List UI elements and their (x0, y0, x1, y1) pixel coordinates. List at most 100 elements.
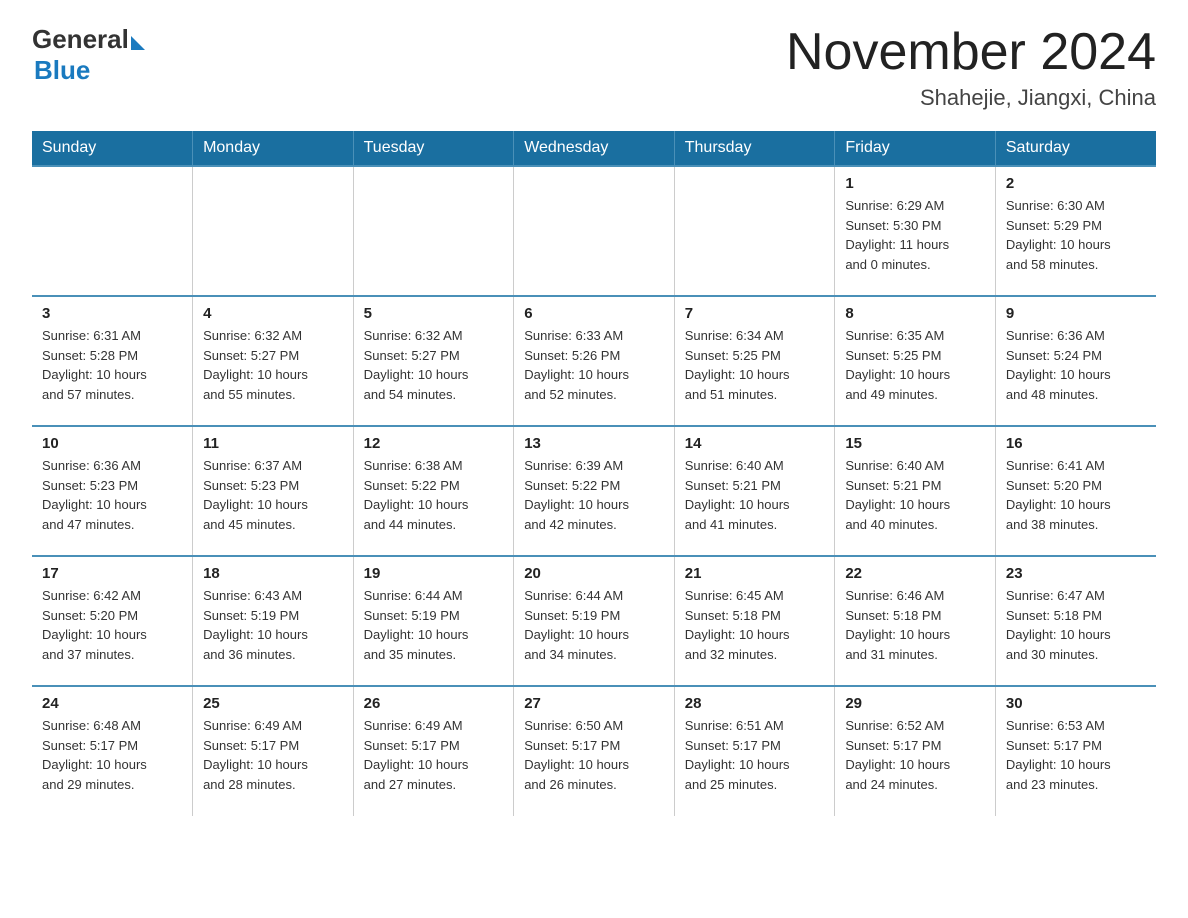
day-number: 7 (685, 305, 825, 322)
weekday-header-sunday: Sunday (32, 131, 193, 166)
day-number: 27 (524, 695, 664, 712)
calendar-cell: 15 Sunrise: 6:40 AMSunset: 5:21 PMDayligh… (835, 426, 996, 556)
calendar-cell: 20 Sunrise: 6:44 AMSunset: 5:19 PMDayligh… (514, 556, 675, 686)
calendar-cell: 7 Sunrise: 6:34 AMSunset: 5:25 PMDaylight… (674, 296, 835, 426)
day-number: 4 (203, 305, 343, 322)
calendar-cell: 3 Sunrise: 6:31 AMSunset: 5:28 PMDaylight… (32, 296, 193, 426)
location-title: Shahejie, Jiangxi, China (786, 85, 1156, 111)
day-number: 9 (1006, 305, 1146, 322)
day-info: Sunrise: 6:32 AMSunset: 5:27 PMDaylight:… (364, 326, 504, 404)
day-info: Sunrise: 6:43 AMSunset: 5:19 PMDaylight:… (203, 586, 343, 664)
logo-general-text: General (32, 24, 129, 55)
calendar-cell: 23 Sunrise: 6:47 AMSunset: 5:18 PMDayligh… (995, 556, 1156, 686)
day-info: Sunrise: 6:45 AMSunset: 5:18 PMDaylight:… (685, 586, 825, 664)
calendar-week-2: 10 Sunrise: 6:36 AMSunset: 5:23 PMDayligh… (32, 426, 1156, 556)
calendar-cell (32, 166, 193, 296)
day-info: Sunrise: 6:32 AMSunset: 5:27 PMDaylight:… (203, 326, 343, 404)
month-title: November 2024 (786, 24, 1156, 81)
calendar-cell (353, 166, 514, 296)
weekday-header-tuesday: Tuesday (353, 131, 514, 166)
day-number: 21 (685, 565, 825, 582)
calendar-cell: 1 Sunrise: 6:29 AMSunset: 5:30 PMDaylight… (835, 166, 996, 296)
day-number: 17 (42, 565, 182, 582)
calendar-cell: 16 Sunrise: 6:41 AMSunset: 5:20 PMDayligh… (995, 426, 1156, 556)
day-info: Sunrise: 6:49 AMSunset: 5:17 PMDaylight:… (364, 716, 504, 794)
day-number: 18 (203, 565, 343, 582)
calendar-cell: 17 Sunrise: 6:42 AMSunset: 5:20 PMDayligh… (32, 556, 193, 686)
day-number: 13 (524, 435, 664, 452)
logo: General Blue (32, 24, 145, 86)
calendar-cell: 28 Sunrise: 6:51 AMSunset: 5:17 PMDayligh… (674, 686, 835, 816)
calendar-week-1: 3 Sunrise: 6:31 AMSunset: 5:28 PMDaylight… (32, 296, 1156, 426)
day-number: 3 (42, 305, 182, 322)
day-number: 12 (364, 435, 504, 452)
calendar-cell (674, 166, 835, 296)
day-number: 15 (845, 435, 985, 452)
day-number: 2 (1006, 175, 1146, 192)
calendar-cell: 24 Sunrise: 6:48 AMSunset: 5:17 PMDayligh… (32, 686, 193, 816)
day-number: 10 (42, 435, 182, 452)
day-info: Sunrise: 6:30 AMSunset: 5:29 PMDaylight:… (1006, 196, 1146, 274)
calendar-cell: 9 Sunrise: 6:36 AMSunset: 5:24 PMDaylight… (995, 296, 1156, 426)
day-info: Sunrise: 6:29 AMSunset: 5:30 PMDaylight:… (845, 196, 985, 274)
day-number: 28 (685, 695, 825, 712)
weekday-header-monday: Monday (193, 131, 354, 166)
calendar-cell: 22 Sunrise: 6:46 AMSunset: 5:18 PMDayligh… (835, 556, 996, 686)
day-info: Sunrise: 6:38 AMSunset: 5:22 PMDaylight:… (364, 456, 504, 534)
day-info: Sunrise: 6:36 AMSunset: 5:23 PMDaylight:… (42, 456, 182, 534)
calendar-cell: 14Sunrise: 6:40 AMSunset: 5:21 PMDayligh… (674, 426, 835, 556)
calendar-cell: 8Sunrise: 6:35 AMSunset: 5:25 PMDaylight… (835, 296, 996, 426)
weekday-header-thursday: Thursday (674, 131, 835, 166)
logo-triangle-icon (131, 36, 145, 50)
calendar-cell: 26Sunrise: 6:49 AMSunset: 5:17 PMDayligh… (353, 686, 514, 816)
day-info: Sunrise: 6:46 AMSunset: 5:18 PMDaylight:… (845, 586, 985, 664)
calendar-cell: 6Sunrise: 6:33 AMSunset: 5:26 PMDaylight… (514, 296, 675, 426)
page-header: General Blue November 2024 Shahejie, Jia… (32, 24, 1156, 111)
day-number: 30 (1006, 695, 1146, 712)
day-info: Sunrise: 6:36 AMSunset: 5:24 PMDaylight:… (1006, 326, 1146, 404)
day-number: 16 (1006, 435, 1146, 452)
calendar-cell: 5 Sunrise: 6:32 AMSunset: 5:27 PMDaylight… (353, 296, 514, 426)
calendar-cell: 11 Sunrise: 6:37 AMSunset: 5:23 PMDayligh… (193, 426, 354, 556)
calendar-cell: 2 Sunrise: 6:30 AMSunset: 5:29 PMDaylight… (995, 166, 1156, 296)
day-number: 5 (364, 305, 504, 322)
day-number: 19 (364, 565, 504, 582)
day-number: 20 (524, 565, 664, 582)
day-number: 24 (42, 695, 182, 712)
day-number: 1 (845, 175, 985, 192)
day-number: 22 (845, 565, 985, 582)
day-info: Sunrise: 6:34 AMSunset: 5:25 PMDaylight:… (685, 326, 825, 404)
day-info: Sunrise: 6:47 AMSunset: 5:18 PMDaylight:… (1006, 586, 1146, 664)
calendar-cell (193, 166, 354, 296)
day-info: Sunrise: 6:49 AMSunset: 5:17 PMDaylight:… (203, 716, 343, 794)
calendar-cell: 19 Sunrise: 6:44 AMSunset: 5:19 PMDayligh… (353, 556, 514, 686)
calendar-cell: 27Sunrise: 6:50 AMSunset: 5:17 PMDayligh… (514, 686, 675, 816)
day-info: Sunrise: 6:42 AMSunset: 5:20 PMDaylight:… (42, 586, 182, 664)
calendar-cell: 4 Sunrise: 6:32 AMSunset: 5:27 PMDaylight… (193, 296, 354, 426)
day-info: Sunrise: 6:31 AMSunset: 5:28 PMDaylight:… (42, 326, 182, 404)
day-info: Sunrise: 6:48 AMSunset: 5:17 PMDaylight:… (42, 716, 182, 794)
calendar-week-3: 17 Sunrise: 6:42 AMSunset: 5:20 PMDayligh… (32, 556, 1156, 686)
calendar-week-4: 24 Sunrise: 6:48 AMSunset: 5:17 PMDayligh… (32, 686, 1156, 816)
day-info: Sunrise: 6:44 AMSunset: 5:19 PMDaylight:… (524, 586, 664, 664)
day-info: Sunrise: 6:37 AMSunset: 5:23 PMDaylight:… (203, 456, 343, 534)
title-block: November 2024 Shahejie, Jiangxi, China (786, 24, 1156, 111)
day-info: Sunrise: 6:44 AMSunset: 5:19 PMDaylight:… (364, 586, 504, 664)
day-info: Sunrise: 6:33 AMSunset: 5:26 PMDaylight:… (524, 326, 664, 404)
calendar-cell: 21 Sunrise: 6:45 AMSunset: 5:18 PMDayligh… (674, 556, 835, 686)
calendar-week-0: 1 Sunrise: 6:29 AMSunset: 5:30 PMDaylight… (32, 166, 1156, 296)
day-info: Sunrise: 6:39 AMSunset: 5:22 PMDaylight:… (524, 456, 664, 534)
day-info: Sunrise: 6:40 AMSunset: 5:21 PMDaylight:… (845, 456, 985, 534)
day-number: 14 (685, 435, 825, 452)
day-info: Sunrise: 6:51 AMSunset: 5:17 PMDaylight:… (685, 716, 825, 794)
calendar-cell: 29Sunrise: 6:52 AMSunset: 5:17 PMDayligh… (835, 686, 996, 816)
day-number: 11 (203, 435, 343, 452)
day-number: 25 (203, 695, 343, 712)
day-info: Sunrise: 6:53 AMSunset: 5:17 PMDaylight:… (1006, 716, 1146, 794)
day-number: 23 (1006, 565, 1146, 582)
calendar-cell: 18 Sunrise: 6:43 AMSunset: 5:19 PMDayligh… (193, 556, 354, 686)
day-info: Sunrise: 6:41 AMSunset: 5:20 PMDaylight:… (1006, 456, 1146, 534)
calendar-cell: 12 Sunrise: 6:38 AMSunset: 5:22 PMDayligh… (353, 426, 514, 556)
day-number: 8 (845, 305, 985, 322)
weekday-header-wednesday: Wednesday (514, 131, 675, 166)
